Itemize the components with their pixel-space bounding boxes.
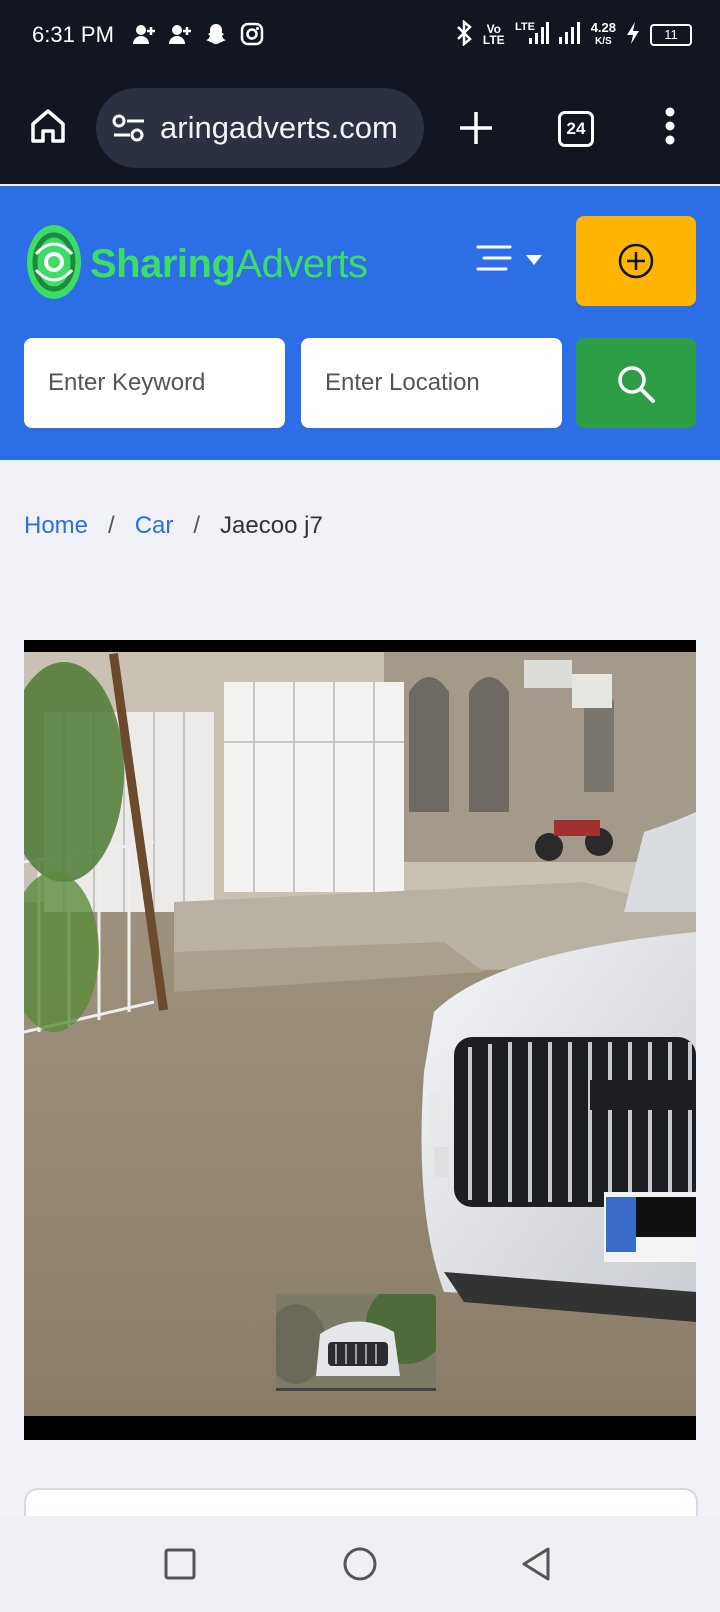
url-text[interactable]: aringadverts.com [160, 110, 410, 146]
snapchat-icon [204, 22, 228, 51]
home-icon[interactable] [28, 106, 68, 151]
breadcrumb-current: Jaecoo j7 [220, 512, 323, 539]
site-settings-icon[interactable] [112, 112, 146, 149]
battery-level: 11 [664, 26, 678, 42]
android-nav-bar [0, 1516, 720, 1612]
post-ad-button[interactable] [576, 216, 696, 306]
net-speed-value: 4.28 [590, 19, 616, 35]
person-add-icon [168, 22, 192, 51]
keyword-input[interactable] [24, 338, 285, 428]
plus-circle-icon [618, 243, 654, 284]
search-icon [616, 364, 656, 409]
logo-text-part1: Sharing [90, 242, 236, 286]
recents-icon[interactable] [164, 1548, 196, 1585]
tabs-icon[interactable]: 24 [558, 111, 594, 147]
site-logo[interactable]: SharingAdverts [26, 224, 368, 305]
lte-signal-icon: LTE [515, 20, 549, 49]
breadcrumb-category-link[interactable]: Car [135, 512, 174, 540]
charging-icon [626, 21, 640, 48]
bluetooth-icon [455, 19, 473, 49]
logo-text-part2: Adverts [235, 242, 368, 286]
person-add-icon [132, 22, 156, 51]
breadcrumb-separator: / [193, 512, 201, 539]
search-button[interactable] [576, 338, 696, 428]
browser-toolbar: aringadverts.com 24 [0, 72, 720, 184]
back-icon[interactable] [520, 1546, 552, 1587]
logo-text: SharingAdverts [90, 242, 368, 287]
more-menu-icon[interactable] [664, 106, 676, 151]
breadcrumb-home-link[interactable]: Home [24, 512, 88, 540]
status-time: 6:31 PM [32, 22, 114, 47]
menu-toggle-button[interactable] [476, 244, 546, 274]
status-bar: 6:31 PM Vo LTE LTE 4.28 K/S 11 [0, 0, 720, 72]
caret-down-icon [526, 252, 542, 270]
thumbnail-image[interactable] [276, 1294, 436, 1391]
breadcrumb-separator: / [108, 512, 115, 539]
address-bar[interactable]: aringadverts.com [96, 88, 424, 168]
menu-lines-icon [476, 244, 512, 277]
site-header: SharingAdverts [0, 186, 720, 460]
location-input[interactable] [301, 338, 562, 428]
instagram-icon [240, 22, 264, 51]
breadcrumb: Home / Car / Jaecoo j7 [24, 512, 323, 540]
home-circle-icon[interactable] [342, 1546, 378, 1587]
net-speed: 4.28 K/S [590, 19, 616, 48]
volte-icon: Vo LTE [482, 21, 505, 47]
svg-text:LTE: LTE [515, 21, 535, 33]
new-tab-icon[interactable] [458, 110, 494, 151]
image-gallery [24, 640, 696, 1440]
battery-icon: 11 [650, 23, 692, 46]
logo-mark-icon [26, 224, 82, 305]
net-speed-unit: K/S [595, 35, 612, 47]
signal-icon [558, 21, 581, 48]
tab-count: 24 [566, 119, 586, 138]
